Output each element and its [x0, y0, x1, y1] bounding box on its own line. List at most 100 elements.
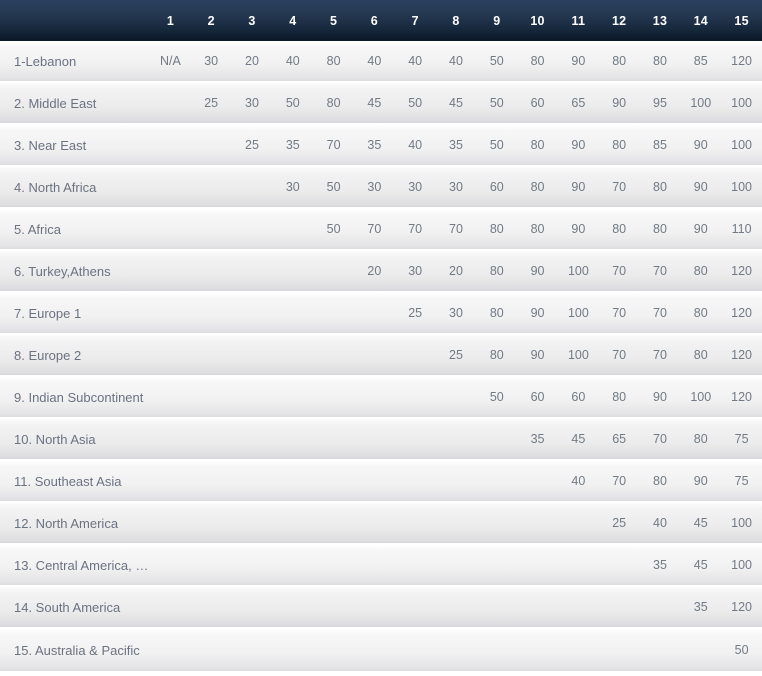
- column-header-8[interactable]: 8: [435, 0, 477, 41]
- table-cell: 30: [435, 293, 477, 335]
- table-cell: 90: [557, 125, 599, 167]
- column-header-10[interactable]: 10: [517, 0, 558, 41]
- column-header-4[interactable]: 4: [272, 0, 314, 41]
- table-cell-empty: [272, 545, 314, 587]
- table-cell-empty: [557, 587, 599, 629]
- table-cell-empty: [394, 587, 436, 629]
- table-cell-empty: [150, 419, 191, 461]
- table-cell-empty: [190, 167, 232, 209]
- table-cell-empty: [394, 629, 436, 671]
- table-cell-empty: [190, 251, 232, 293]
- table-cell-empty: [435, 461, 477, 503]
- table-cell-empty: [231, 293, 273, 335]
- table-row[interactable]: 2. Middle East 25 30 50 80 45 50 45 50 60 65 90 95 10…: [0, 83, 762, 125]
- table-cell-empty: [272, 209, 314, 251]
- table-row[interactable]: 7. Europe 1 25 30 80 90 100 70 70 80 120: [0, 293, 762, 335]
- table-row[interactable]: 14. South America 35 120: [0, 587, 762, 629]
- table-row[interactable]: 15. Australia & Pacific 50: [0, 629, 762, 671]
- table-cell-empty: [517, 461, 558, 503]
- column-header-9[interactable]: 9: [476, 0, 518, 41]
- table-row[interactable]: 1-Lebanon N/A 30 20 40 80 40 40 40 50 80 90 80 80 85 12…: [0, 41, 762, 83]
- row-label: 13. Central America, Caribbean, Hawaii &…: [0, 545, 150, 587]
- column-header-15[interactable]: 15: [721, 0, 762, 41]
- table-cell: 80: [517, 167, 558, 209]
- table-cell-empty: [517, 545, 558, 587]
- table-cell-empty: [313, 587, 354, 629]
- table-cell: 50: [313, 209, 354, 251]
- column-header-14[interactable]: 14: [680, 0, 722, 41]
- table-cell: 95: [639, 83, 681, 125]
- table-cell-empty: [557, 545, 599, 587]
- table-cell-empty: [639, 629, 681, 671]
- row-label: 11. Southeast Asia: [0, 461, 150, 503]
- table-cell-empty: [557, 503, 599, 545]
- table-cell: 80: [680, 419, 722, 461]
- column-header-1[interactable]: 1: [150, 0, 191, 41]
- column-header-6[interactable]: 6: [353, 0, 395, 41]
- column-header-7[interactable]: 7: [394, 0, 436, 41]
- table-cell: 50: [476, 125, 518, 167]
- column-header-5[interactable]: 5: [313, 0, 354, 41]
- table-cell: 40: [353, 41, 395, 83]
- column-header-2[interactable]: 2: [190, 0, 232, 41]
- table-cell: 80: [639, 209, 681, 251]
- table-cell: 30: [353, 167, 395, 209]
- row-label: 2. Middle East: [0, 83, 150, 125]
- table-cell-empty: [150, 293, 191, 335]
- table-row[interactable]: 5. Africa 50 70 70 70 80 80 90 80 80 90 110: [0, 209, 762, 251]
- table-cell-empty: [353, 461, 395, 503]
- table-cell: 70: [435, 209, 477, 251]
- table-row[interactable]: 13. Central America, Caribbean, Hawaii &…: [0, 545, 762, 587]
- table-cell: 25: [231, 125, 273, 167]
- table-cell: 80: [639, 167, 681, 209]
- table-cell: 70: [639, 335, 681, 377]
- table-row[interactable]: 6. Turkey,Athens 20 30 20 80 90 100 70 70 80 120: [0, 251, 762, 293]
- table-cell: 120: [721, 41, 762, 83]
- table-cell: 25: [190, 83, 232, 125]
- table-cell: 35: [272, 125, 314, 167]
- table-cell-empty: [394, 377, 436, 419]
- table-cell: 50: [394, 83, 436, 125]
- table-row[interactable]: 8. Europe 2 25 80 90 100 70 70 80 120: [0, 335, 762, 377]
- table-cell: 100: [721, 503, 762, 545]
- table-cell-empty: [598, 545, 640, 587]
- table-cell-empty: [476, 461, 518, 503]
- table-cell-empty: [150, 587, 191, 629]
- table-row[interactable]: 10. North Asia 35 45 65 70 80 75: [0, 419, 762, 461]
- table-cell: 70: [639, 293, 681, 335]
- table-row[interactable]: 4. North Africa 30 50 30 30 30 60 80 90 70 80 90 100: [0, 167, 762, 209]
- table-cell: 90: [680, 167, 722, 209]
- row-label: 10. North Asia: [0, 419, 150, 461]
- column-header-12[interactable]: 12: [598, 0, 640, 41]
- table-row[interactable]: 12. North America 25 40 45 100: [0, 503, 762, 545]
- table-cell: 80: [639, 461, 681, 503]
- table-row[interactable]: 11. Southeast Asia 40 70 80 90 75: [0, 461, 762, 503]
- table-cell-empty: [150, 461, 191, 503]
- table-cell: 50: [476, 41, 518, 83]
- table-cell-empty: [435, 545, 477, 587]
- row-label: 6. Turkey,Athens: [0, 251, 150, 293]
- row-label: 3. Near East: [0, 125, 150, 167]
- table-cell: 80: [680, 251, 722, 293]
- table-cell-empty: [231, 335, 273, 377]
- table-cell: 45: [680, 503, 722, 545]
- table-row[interactable]: 3. Near East 25 35 70 35 40 35 50 80 90 80 85 90 100: [0, 125, 762, 167]
- table-cell: 80: [476, 251, 518, 293]
- table-cell: 90: [680, 125, 722, 167]
- table-cell-empty: [272, 503, 314, 545]
- table-cell: 120: [721, 335, 762, 377]
- table-row[interactable]: 9. Indian Subcontinent 50 60 60 80 90 100 120: [0, 377, 762, 419]
- table-cell-empty: [231, 461, 273, 503]
- column-header-13[interactable]: 13: [639, 0, 681, 41]
- table-cell: 100: [721, 83, 762, 125]
- column-header-11[interactable]: 11: [557, 0, 599, 41]
- row-label: 15. Australia & Pacific: [0, 629, 150, 671]
- table-cell-empty: [231, 167, 273, 209]
- table-cell: 80: [598, 377, 640, 419]
- table-cell: 70: [598, 251, 640, 293]
- table-cell: 50: [476, 83, 518, 125]
- column-header-3[interactable]: 3: [231, 0, 273, 41]
- table-cell: 45: [557, 419, 599, 461]
- table-cell: 25: [394, 293, 436, 335]
- table-cell-empty: [598, 587, 640, 629]
